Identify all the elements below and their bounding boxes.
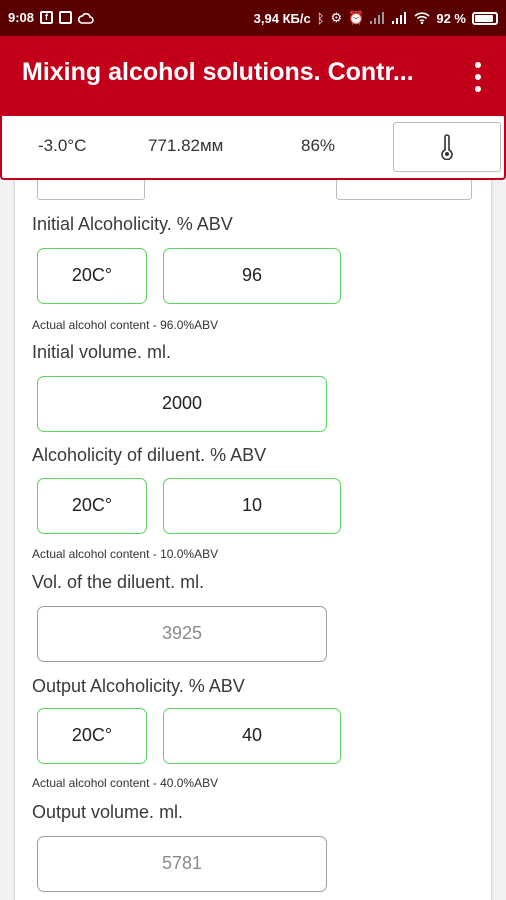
status-bar: 9:08 f 3,94 КБ/с ᛒ ⚙ ⏰ 92 % [0, 0, 506, 36]
signal-icon-2 [392, 12, 407, 24]
initial-alcoholicity-input[interactable]: 96 [163, 248, 341, 304]
temperature-value: -3.0°C [38, 136, 87, 155]
network-speed: 3,94 КБ/с [253, 10, 311, 26]
alarm-icon: ⏰ [348, 10, 365, 25]
wifi-icon [414, 12, 430, 24]
diluent-alcoholicity-label: Alcoholicity of diluent. % ABV [32, 445, 267, 465]
initial-temp-field[interactable]: 20C° [37, 248, 147, 304]
status-right: 3,94 КБ/с ᛒ ⚙ ⏰ 92 % [254, 10, 498, 26]
output-volume-field[interactable]: 5781 [37, 836, 327, 892]
thermometer-button[interactable] [393, 122, 501, 172]
output-alcohol-note: Actual alcohol content - 40.0%ABV [32, 776, 219, 790]
bluetooth-icon: ᛒ [316, 10, 325, 26]
battery-fill [475, 14, 494, 22]
facebook-icon: f [40, 11, 54, 24]
humidity-value: 86% [301, 136, 336, 155]
status-time: 9:08 [8, 10, 35, 25]
diluent-volume-label: Vol. of the diluent. ml. [32, 572, 205, 592]
diluent-volume-field[interactable]: 3925 [37, 606, 327, 662]
output-temp-field[interactable]: 20C° [37, 708, 147, 764]
initial-alcohol-note: Actual alcohol content - 96.0%ABV [32, 318, 219, 332]
output-alcoholicity-input[interactable]: 40 [163, 708, 341, 764]
signal-icon [370, 12, 385, 24]
initial-alcoholicity-label: Initial Alcoholicity. % ABV [32, 214, 233, 234]
app-bar: Mixing alcohol solutions. Contr... [0, 36, 506, 116]
output-volume-label: Output volume. ml. [32, 802, 184, 822]
diluent-temp-field[interactable]: 20C° [37, 478, 147, 534]
pressure-value: 771.82мм [148, 136, 224, 155]
status-left: 9:08 f [8, 10, 94, 25]
diluent-alcohol-note: Actual alcohol content - 10.0%ABV [32, 547, 219, 561]
battery-percent: 92 % [436, 10, 466, 26]
notification-icon [59, 11, 73, 24]
overflow-menu-icon[interactable] [468, 62, 488, 92]
output-alcoholicity-label: Output Alcoholicity. % ABV [32, 676, 245, 696]
settings-icon: ⚙ [330, 10, 343, 25]
diluent-alcoholicity-input[interactable]: 10 [163, 478, 341, 534]
battery-icon [472, 11, 498, 25]
cloud-icon [78, 12, 94, 24]
app-title: Mixing alcohol solutions. Contr... [22, 58, 414, 86]
thermometer-icon [441, 134, 453, 160]
initial-volume-input[interactable]: 2000 [37, 376, 327, 432]
initial-volume-label: Initial volume. ml. [32, 342, 172, 362]
weather-bar: -3.0°C 771.82мм 86% [0, 116, 506, 180]
